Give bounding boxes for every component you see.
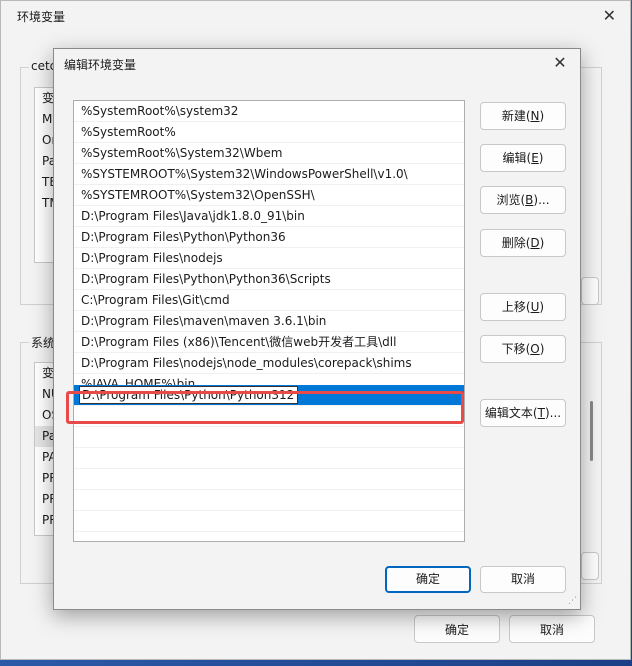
user-vars-button[interactable]	[581, 277, 599, 305]
list-item[interactable]: %SYSTEMROOT%\System32\OpenSSH\	[74, 185, 464, 206]
parent-ok-button[interactable]: 确定	[414, 615, 500, 643]
edit-env-var-dialog: 编辑环境变量 ✕ %SystemRoot%\system32 %SystemRo…	[53, 48, 581, 610]
empty-row	[74, 511, 464, 532]
empty-row	[74, 406, 464, 427]
move-up-button[interactable]: 上移(U)	[480, 293, 566, 321]
ok-button[interactable]: 确定	[385, 566, 471, 593]
list-item[interactable]: PR	[35, 489, 55, 510]
list-item[interactable]: PA	[35, 447, 55, 468]
empty-row	[74, 448, 464, 469]
edit-button[interactable]: 编辑(E)	[480, 144, 566, 172]
list-item[interactable]: TM	[35, 193, 55, 214]
move-down-button[interactable]: 下移(O)	[480, 335, 566, 363]
list-item[interactable]: D:\Program Files (x86)\Tencent\微信web开发者工…	[74, 332, 464, 353]
delete-button[interactable]: 删除(D)	[480, 229, 566, 257]
parent-cancel-button[interactable]: 取消	[509, 615, 595, 643]
list-item[interactable]: %SystemRoot%\system32	[74, 101, 464, 122]
close-icon[interactable]: ✕	[550, 53, 570, 72]
list-item[interactable]: PR	[35, 468, 55, 489]
list-item[interactable]: 变	[35, 88, 55, 109]
cancel-button[interactable]: 取消	[480, 566, 566, 593]
list-item[interactable]: %SystemRoot%	[74, 122, 464, 143]
path-edit-input[interactable]: D:\Program Files\Python\Python312	[79, 386, 298, 404]
list-item[interactable]: TE	[35, 172, 55, 193]
list-item[interactable]: D:\Program Files\maven\maven 3.6.1\bin	[74, 311, 464, 332]
list-item[interactable]: Or	[35, 130, 55, 151]
scrollbar-thumb[interactable]	[590, 401, 593, 461]
list-item[interactable]: D:\Program Files\Python\Python36\Scripts	[74, 269, 464, 290]
new-button[interactable]: 新建(N)	[480, 102, 566, 130]
list-item[interactable]: D:\Program Files\nodejs\node_modules\cor…	[74, 353, 464, 374]
list-item[interactable]: D:\Program Files\Python\Python36	[74, 227, 464, 248]
list-item[interactable]: C:\Program Files\Git\cmd	[74, 290, 464, 311]
list-item[interactable]: 变	[35, 363, 55, 384]
empty-row	[74, 490, 464, 511]
resize-grip-icon[interactable]: ⋰	[568, 596, 577, 606]
dialog-title: 编辑环境变量	[64, 58, 137, 72]
editing-list-item[interactable]: D:\Program Files\Python\Python312	[74, 385, 464, 406]
list-item[interactable]: Pa	[35, 151, 55, 172]
empty-row	[74, 427, 464, 448]
list-item[interactable]: %JAVA_HOME%\bin	[74, 374, 464, 385]
edit-text-button[interactable]: 编辑文本(T)...	[480, 399, 566, 427]
system-vars-button[interactable]	[581, 552, 599, 580]
list-item[interactable]: Pa	[35, 426, 55, 447]
list-item[interactable]: NU	[35, 384, 55, 405]
list-item[interactable]: OS	[35, 405, 55, 426]
list-item[interactable]: D:\Program Files\Java\jdk1.8.0_91\bin	[74, 206, 464, 227]
list-item[interactable]: MI	[35, 109, 55, 130]
window-title: 环境变量	[17, 10, 66, 24]
path-list[interactable]: %SystemRoot%\system32 %SystemRoot% %Syst…	[73, 100, 465, 542]
list-item[interactable]: %SYSTEMROOT%\System32\WindowsPowerShell\…	[74, 164, 464, 185]
list-item[interactable]: PR	[35, 510, 55, 531]
browse-button[interactable]: 浏览(B)...	[480, 186, 566, 214]
list-item[interactable]: %SystemRoot%\System32\Wbem	[74, 143, 464, 164]
close-icon[interactable]: ✕	[603, 6, 616, 25]
empty-row	[74, 469, 464, 490]
list-item[interactable]: D:\Program Files\nodejs	[74, 248, 464, 269]
